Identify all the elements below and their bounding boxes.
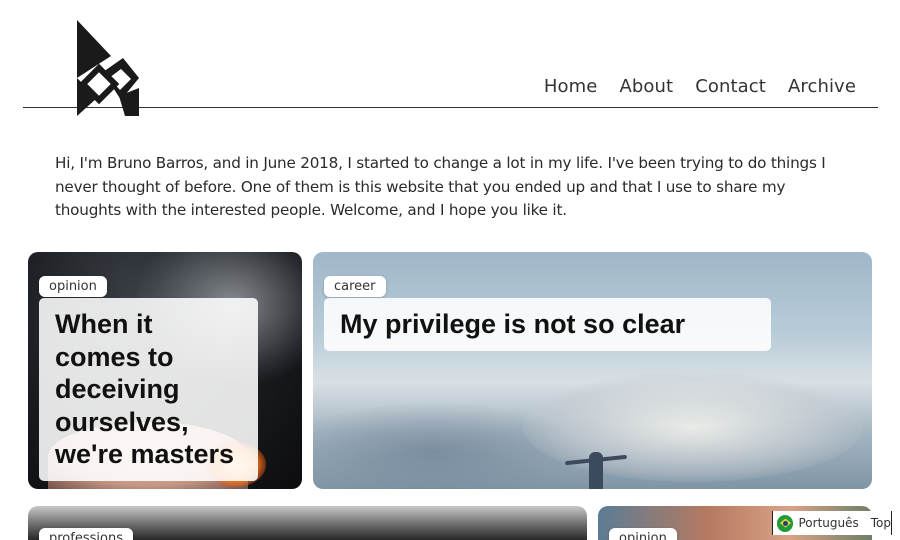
post-tag[interactable]: career xyxy=(324,276,386,297)
post-card-opinion[interactable]: opinion When it comes to deceiving ourse… xyxy=(28,252,302,489)
post-title-box: My privilege is not so clear xyxy=(324,298,771,351)
back-to-top-link[interactable]: Top xyxy=(871,516,891,530)
post-card-career[interactable]: career My privilege is not so clear xyxy=(313,252,872,489)
language-link[interactable]: Português xyxy=(798,516,858,530)
main-nav: Home About Contact Archive xyxy=(544,76,856,97)
intro-text: Hi, I'm Bruno Barros, and in June 2018, … xyxy=(55,154,826,219)
post-title[interactable]: When it comes to deceiving ourselves, we… xyxy=(55,308,242,471)
post-title[interactable]: My privilege is not so clear xyxy=(340,308,755,341)
nav-archive-link[interactable]: Archive xyxy=(788,76,856,97)
diamond-logo[interactable] xyxy=(75,18,141,118)
brazil-flag-icon[interactable] xyxy=(777,514,794,532)
nav-contact-link[interactable]: Contact xyxy=(695,76,766,97)
post-tag[interactable]: opinion xyxy=(609,528,677,540)
post-tag[interactable]: opinion xyxy=(39,276,107,297)
nav-home-link[interactable]: Home xyxy=(544,76,598,97)
site-header: Home About Contact Archive xyxy=(23,0,878,116)
post-card-professions[interactable]: professions xyxy=(28,506,587,540)
person-photo-detail xyxy=(589,452,603,489)
post-title-box: When it comes to deceiving ourselves, we… xyxy=(39,298,258,481)
cloud-photo-detail xyxy=(523,372,863,482)
post-tag[interactable]: professions xyxy=(39,528,133,540)
nav-about-link[interactable]: About xyxy=(619,76,673,97)
language-bar: Português Top xyxy=(772,511,892,535)
